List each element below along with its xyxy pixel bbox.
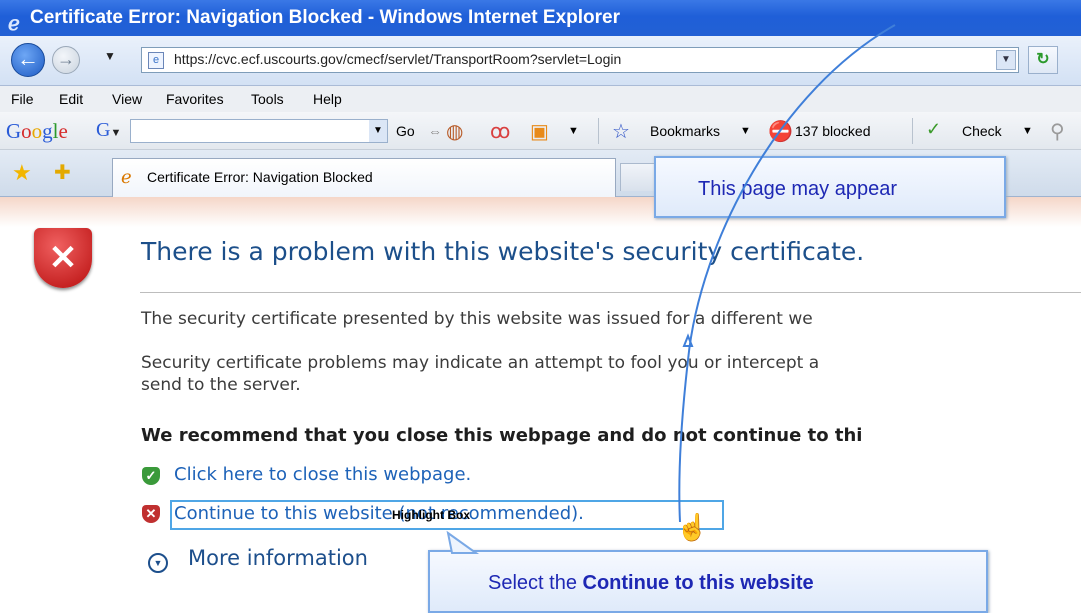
- annotation-arrow-overlay: [446, 24, 896, 554]
- hand-cursor-icon: ☝: [676, 512, 709, 542]
- callout-pointer: [446, 530, 480, 554]
- annotation-arrow-line: [678, 24, 896, 523]
